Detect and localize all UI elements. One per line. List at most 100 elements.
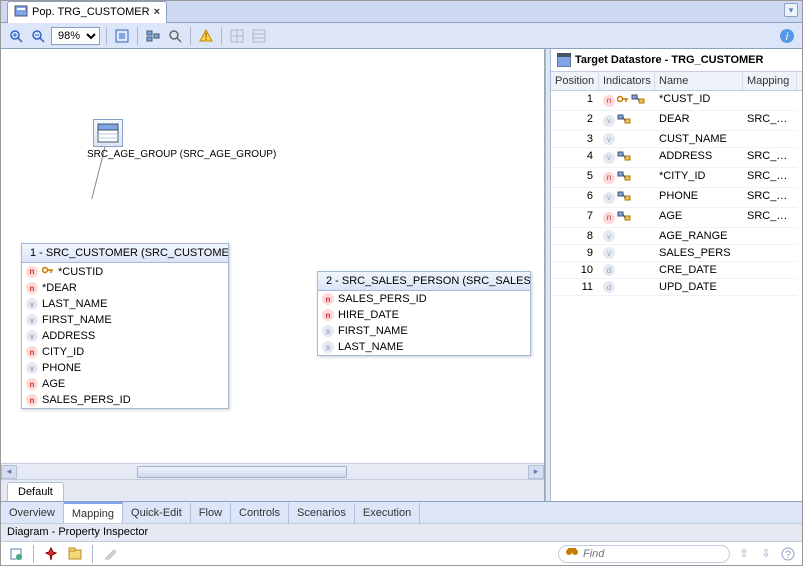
tab-default[interactable]: Default xyxy=(7,482,64,501)
cell-name: SALES_PERS xyxy=(655,245,743,262)
table-row[interactable]: 7nAGESRC_C... xyxy=(551,208,802,228)
cell-name: AGE_RANGE xyxy=(655,228,743,245)
scroll-left-icon[interactable]: ◂ xyxy=(1,465,17,479)
tab-controls[interactable]: Controls xyxy=(231,503,289,523)
cell-name: CRE_DATE xyxy=(655,262,743,279)
warning-icon[interactable]: ! xyxy=(197,27,215,45)
info-icon[interactable]: i xyxy=(778,27,796,45)
column-row[interactable]: vADDRESS xyxy=(22,328,228,344)
grid2-icon[interactable] xyxy=(250,27,268,45)
type-indicator-icon: d xyxy=(603,264,615,276)
column-row[interactable]: sLAST_NAME xyxy=(318,339,530,355)
column-name: FIRST_NAME xyxy=(42,314,112,326)
cell-indicators: v xyxy=(599,245,655,262)
node-title: 2 - SRC_SALES_PERSON (SRC_SALES_PERSON) xyxy=(326,275,530,287)
grid-icon[interactable] xyxy=(228,27,246,45)
explorer-icon[interactable] xyxy=(66,545,84,563)
src-age-group-node[interactable]: SRC_AGE_GROUP (SRC_AGE_GROUP) xyxy=(87,119,276,160)
cell-name: UPD_DATE xyxy=(655,279,743,296)
edit-icon[interactable] xyxy=(101,545,119,563)
tab-overview[interactable]: Overview xyxy=(1,503,64,523)
column-row[interactable]: vFIRST_NAME xyxy=(22,312,228,328)
column-name: *CUSTID xyxy=(58,266,103,278)
find-input[interactable] xyxy=(583,548,723,560)
column-row[interactable]: n*CUSTID xyxy=(22,263,228,280)
svg-text:!: ! xyxy=(204,31,207,43)
table-row[interactable]: 8vAGE_RANGE xyxy=(551,228,802,245)
table-row[interactable]: 5n*CITY_IDSRC_C... xyxy=(551,168,802,188)
node-header[interactable]: 1 - SRC_CUSTOMER (SRC_CUSTOMER) xyxy=(22,244,228,263)
column-row[interactable]: nCITY_ID xyxy=(22,344,228,360)
table-row[interactable]: 2vDEARSRC_C... xyxy=(551,111,802,131)
type-indicator-icon: n xyxy=(603,172,615,184)
find-next-icon[interactable]: ⇩ xyxy=(758,546,774,562)
column-row[interactable]: nSALES_PERS_ID xyxy=(22,392,228,408)
search-icon[interactable] xyxy=(166,27,184,45)
diagram-canvas[interactable]: SRC_AGE_GROUP (SRC_AGE_GROUP) 1 - SRC_CU… xyxy=(1,49,544,463)
column-row[interactable]: vPHONE xyxy=(22,360,228,376)
type-indicator-icon: v xyxy=(603,152,615,164)
cell-mapping: SRC_C... xyxy=(743,168,797,188)
zoom-out-icon[interactable] xyxy=(29,27,47,45)
table-row[interactable]: 11dUPD_DATE xyxy=(551,279,802,296)
separator xyxy=(221,27,222,45)
find-prev-icon[interactable]: ⇧ xyxy=(736,546,752,562)
freeze-icon[interactable] xyxy=(7,545,25,563)
cell-position: 10 xyxy=(551,262,599,279)
pin-icon[interactable] xyxy=(42,545,60,563)
column-name: *DEAR xyxy=(42,282,77,294)
horizontal-scrollbar[interactable]: ◂ ▸ xyxy=(1,463,544,479)
col-indicators[interactable]: Indicators xyxy=(599,72,655,90)
separator xyxy=(106,27,107,45)
close-icon[interactable]: × xyxy=(154,6,160,18)
table-row[interactable]: 3vCUST_NAME xyxy=(551,131,802,148)
column-row[interactable]: nHIRE_DATE xyxy=(318,307,530,323)
cell-name: PHONE xyxy=(655,188,743,208)
col-name[interactable]: Name xyxy=(655,72,743,90)
table-row[interactable]: 4vADDRESSSRC_C... xyxy=(551,148,802,168)
cell-indicators: v xyxy=(599,148,655,168)
inspector-title: Diagram - Property Inspector xyxy=(1,523,802,541)
tab-mapping[interactable]: Mapping xyxy=(64,502,123,524)
cell-indicators: n xyxy=(599,168,655,188)
type-indicator-icon: v xyxy=(603,115,615,127)
indicator-icon: v xyxy=(26,330,38,342)
mapping-icon xyxy=(631,93,645,108)
tab-execution[interactable]: Execution xyxy=(355,503,420,523)
zoom-in-icon[interactable] xyxy=(7,27,25,45)
column-name: CITY_ID xyxy=(42,346,84,358)
src-age-group-label: SRC_AGE_GROUP (SRC_AGE_GROUP) xyxy=(87,149,276,160)
src-customer-node[interactable]: 1 - SRC_CUSTOMER (SRC_CUSTOMER) n*CUSTID… xyxy=(21,243,229,409)
column-row[interactable]: sFIRST_NAME xyxy=(318,323,530,339)
scrollbar-thumb[interactable] xyxy=(137,466,347,478)
tab-flow[interactable]: Flow xyxy=(191,503,231,523)
help-icon[interactable]: ? xyxy=(780,546,796,562)
column-row[interactable]: nAGE xyxy=(22,376,228,392)
column-row[interactable]: vLAST_NAME xyxy=(22,296,228,312)
tab-scenarios[interactable]: Scenarios xyxy=(289,503,355,523)
zoom-select[interactable]: 98% xyxy=(51,27,100,45)
table-icon xyxy=(557,53,571,67)
table-row[interactable]: 9vSALES_PERS xyxy=(551,245,802,262)
table-row[interactable]: 6vPHONESRC_C... xyxy=(551,188,802,208)
table-row[interactable]: 1n*CUST_ID xyxy=(551,91,802,111)
layout-icon[interactable] xyxy=(144,27,162,45)
cell-position: 5 xyxy=(551,168,599,188)
table-row[interactable]: 10 d CRE_DATE xyxy=(551,262,802,279)
scroll-right-icon[interactable]: ▸ xyxy=(528,465,544,479)
editor-tab[interactable]: Pop. TRG_CUSTOMER × xyxy=(7,1,167,23)
type-indicator-icon: d xyxy=(603,281,615,293)
mapping-icon xyxy=(617,150,631,165)
cell-position: 9 xyxy=(551,245,599,262)
column-row[interactable]: nSALES_PERS_ID xyxy=(318,291,530,307)
cell-name: DEAR xyxy=(655,111,743,131)
node-header[interactable]: 2 - SRC_SALES_PERSON (SRC_SALES_PERSON) xyxy=(318,272,530,291)
indicator-icon: v xyxy=(26,298,38,310)
minimize-button[interactable]: ▾ xyxy=(784,3,798,17)
col-mapping[interactable]: Mapping xyxy=(743,72,797,90)
column-row[interactable]: n*DEAR xyxy=(22,280,228,296)
tab-quick-edit[interactable]: Quick-Edit xyxy=(123,503,191,523)
col-position[interactable]: Position xyxy=(551,72,599,90)
fit-icon[interactable] xyxy=(113,27,131,45)
src-sales-person-node[interactable]: 2 - SRC_SALES_PERSON (SRC_SALES_PERSON) … xyxy=(317,271,531,356)
